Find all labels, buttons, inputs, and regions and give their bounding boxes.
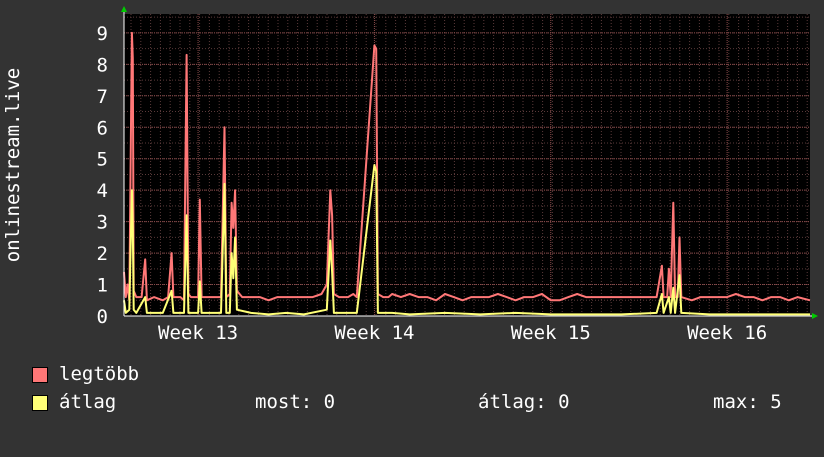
stat-maximum: max: 5 — [713, 391, 782, 413]
y-tick-labels: 0 1 2 3 4 5 6 7 8 9 — [97, 23, 108, 328]
y-tick-label: 9 — [97, 23, 108, 45]
stat-average: átlag: 0 — [478, 391, 570, 413]
y-tick-label: 3 — [97, 212, 108, 234]
x-tick-label: Week 16 — [687, 322, 767, 344]
y-tick-label: 7 — [97, 86, 108, 108]
legend-item-max: legtöbb — [32, 363, 139, 385]
y-tick-label: 0 — [97, 306, 108, 328]
rrd-graph: 0123456789 Week 13 Week 14 Week 15 Week 16 … — [2, 6, 818, 344]
y-tick-label: 5 — [97, 149, 108, 171]
legend-label-avg: átlag — [59, 391, 117, 413]
legend-swatch-avg — [32, 395, 48, 411]
y-tick-label: 8 — [97, 54, 108, 76]
stat-current: most: 0 — [255, 391, 336, 413]
y-axis-label: onlinestream.live — [2, 68, 24, 262]
x-tick-label: Week 14 — [334, 322, 414, 344]
y-axis-arrow — [121, 6, 127, 12]
x-tick-label: Week 13 — [158, 322, 238, 344]
x-tick-labels: Week 13 Week 14 Week 15 Week 16 — [158, 322, 767, 344]
y-tick-label: 6 — [97, 117, 108, 139]
x-axis-arrow — [812, 313, 818, 319]
y-tick-label: 4 — [97, 180, 108, 202]
legend-item-avg: átlag — [32, 391, 116, 413]
x-tick-label: Week 15 — [511, 322, 591, 344]
y-tick-label: 2 — [97, 243, 108, 265]
legend-swatch-max — [32, 367, 48, 383]
y-tick-label: 1 — [97, 275, 108, 297]
legend-label-max: legtöbb — [59, 363, 140, 385]
